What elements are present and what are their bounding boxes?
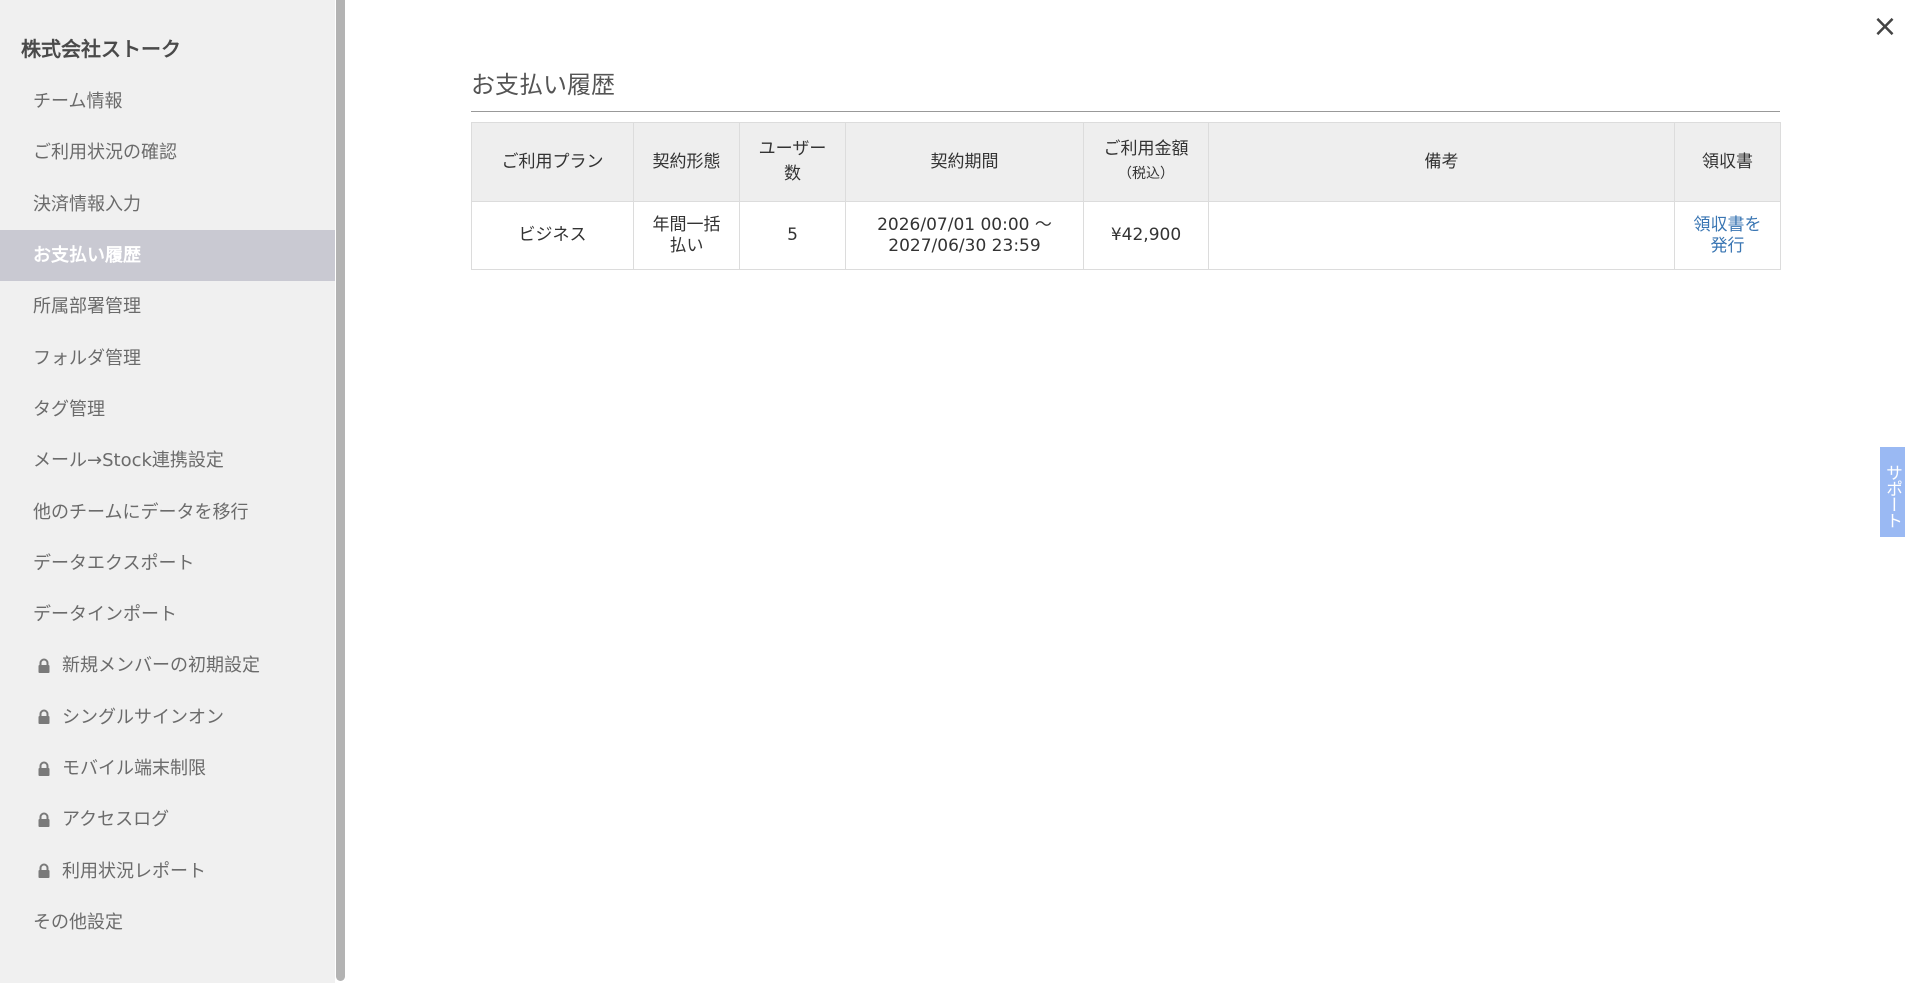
sidebar-item-payment-history[interactable]: お支払い履歴 — [0, 229, 335, 282]
sidebar-item-label: ご利用状況の確認 — [33, 142, 177, 164]
sidebar-item-label: 所属部署管理 — [33, 296, 141, 318]
sidebar-item-payment-info[interactable]: 決済情報入力 — [0, 179, 335, 230]
sidebar-item-mail-integration[interactable]: メール→Stock連携設定 — [0, 435, 335, 486]
sidebar-item-label: タグ管理 — [33, 398, 105, 420]
cell-amount: ¥42,900 — [1083, 201, 1209, 270]
cell-plan: ビジネス — [471, 201, 634, 270]
cell-receipt: 領収書を 発行 — [1674, 201, 1781, 270]
lock-icon — [38, 761, 50, 776]
cell-period-start: 2026/07/01 00:00 〜 — [877, 214, 1052, 235]
cell-contract-type: 年間一括 払い — [633, 201, 740, 270]
sidebar-item-data-export[interactable]: データエクスポート — [0, 538, 335, 589]
lock-icon — [38, 863, 50, 879]
sidebar-item-label: 決済情報入力 — [33, 193, 141, 215]
cell-users: 5 — [739, 201, 846, 270]
lock-icon — [38, 709, 50, 725]
close-icon[interactable]: × — [1870, 10, 1900, 44]
sidebar-item-access-log[interactable]: アクセスログ — [0, 794, 335, 845]
header-amount: ご利用金額 （税込） — [1083, 122, 1209, 202]
header-users: ユーザー 数 — [739, 122, 846, 202]
sidebar-item-label: データエクスポート — [33, 552, 195, 574]
team-name: 株式会社ストーク — [21, 37, 181, 61]
issue-receipt-link[interactable]: 領収書を 発行 — [1694, 215, 1762, 257]
sidebar: 株式会社ストーク チーム情報 ご利用状況の確認 決済情報入力 お支払い履歴 所属… — [0, 0, 335, 983]
header-receipt: 領収書 — [1674, 122, 1781, 202]
sidebar-item-data-import[interactable]: データインポート — [0, 589, 335, 640]
sidebar-scrollbar[interactable] — [335, 0, 345, 983]
sidebar-item-departments[interactable]: 所属部署管理 — [0, 281, 335, 332]
scrollbar-thumb[interactable] — [336, 0, 345, 981]
sidebar-item-folders[interactable]: フォルダ管理 — [0, 332, 335, 383]
sidebar-item-label: 新規メンバーの初期設定 — [62, 655, 260, 677]
sidebar-item-label: シングルサインオン — [62, 706, 224, 728]
payment-history-table: ご利用プラン 契約形態 ユーザー 数 契約期間 ご利用金額 （税込） 備考 領収… — [471, 122, 1781, 270]
sidebar-item-label: お支払い履歴 — [33, 245, 141, 267]
cell-contract-type-line2: 払い — [669, 235, 704, 256]
sidebar-item-team-info[interactable]: チーム情報 — [0, 76, 335, 127]
sidebar-item-label: その他設定 — [33, 911, 123, 933]
header-users-line1: ユーザー — [758, 139, 827, 159]
cell-contract-type-line1: 年間一括 — [652, 214, 721, 235]
sidebar-menu: チーム情報 ご利用状況の確認 決済情報入力 お支払い履歴 所属部署管理 フォルダ… — [0, 76, 335, 948]
header-plan: ご利用プラン — [471, 122, 634, 202]
sidebar-item-data-migration[interactable]: 他のチームにデータを移行 — [0, 486, 335, 537]
sidebar-item-label: モバイル端末制限 — [62, 758, 206, 779]
page-title: お支払い履歴 — [471, 71, 615, 99]
sidebar-item-new-member-defaults[interactable]: 新規メンバーの初期設定 — [0, 640, 335, 691]
sidebar-item-other-settings[interactable]: その他設定 — [0, 897, 335, 948]
sidebar-item-usage-report[interactable]: 利用状況レポート — [0, 845, 335, 896]
lock-icon — [38, 658, 50, 673]
cell-period-end: 2027/06/30 23:59 — [888, 235, 1041, 256]
table-row: ビジネス 年間一括 払い 5 2026/07/01 00:00 〜 2027/0… — [471, 201, 1781, 270]
sidebar-item-label: 利用状況レポート — [62, 860, 206, 882]
table-header-row: ご利用プラン 契約形態 ユーザー 数 契約期間 ご利用金額 （税込） 備考 領収… — [471, 122, 1781, 202]
sidebar-item-label: アクセスログ — [62, 809, 170, 831]
sidebar-item-label: 他のチームにデータを移行 — [33, 501, 249, 523]
issue-receipt-line1: 領収書を — [1693, 214, 1762, 235]
cell-notes — [1208, 201, 1675, 270]
header-contract-type: 契約形態 — [633, 122, 740, 202]
header-amount-label: ご利用金額 — [1103, 139, 1189, 159]
lock-icon — [38, 812, 50, 827]
sidebar-item-label: チーム情報 — [33, 91, 123, 113]
header-notes: 備考 — [1208, 122, 1675, 202]
sidebar-item-mobile-restriction[interactable]: モバイル端末制限 — [0, 743, 335, 794]
sidebar-item-sso[interactable]: シングルサインオン — [0, 692, 335, 743]
header-amount-note: （税込） — [1118, 166, 1174, 182]
sidebar-item-label: メール→Stock連携設定 — [33, 450, 224, 472]
title-divider — [471, 111, 1780, 112]
support-tab[interactable]: サポート — [1880, 447, 1905, 537]
header-users-line2: 数 — [784, 164, 801, 184]
sidebar-item-tags[interactable]: タグ管理 — [0, 384, 335, 435]
cell-period: 2026/07/01 00:00 〜 2027/06/30 23:59 — [845, 201, 1084, 270]
sidebar-item-label: フォルダ管理 — [33, 347, 141, 369]
issue-receipt-line2: 発行 — [1710, 235, 1745, 256]
sidebar-item-usage-status[interactable]: ご利用状況の確認 — [0, 127, 335, 178]
sidebar-item-label: データインポート — [33, 604, 177, 626]
header-period: 契約期間 — [845, 122, 1084, 202]
